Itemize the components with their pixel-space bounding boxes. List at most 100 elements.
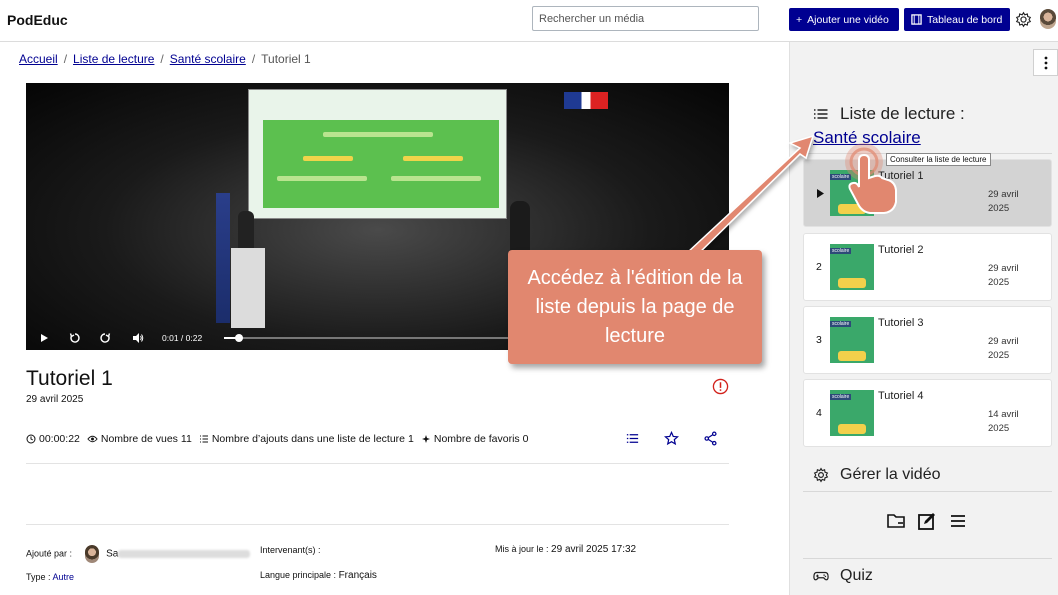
sparkle-icon [421, 435, 430, 443]
views-label: Nombre de vues [100, 433, 178, 445]
favorites-stat: Nombre de favoris 0 [421, 433, 529, 445]
playlist-item-date-line1: 29 avril [988, 189, 1019, 200]
slide-line [391, 176, 481, 181]
video-stats: 00:00:22 Nombre de vues 11 Nombre d’ajou… [26, 433, 529, 445]
thumbnail-tag: scolaire [830, 248, 852, 254]
playlist-item[interactable]: 3 scolaire Tutoriel 3 29 avril 2025 [803, 306, 1052, 374]
thumbnail-figure [838, 278, 866, 288]
stage-flag [216, 193, 230, 323]
volume-icon[interactable] [132, 332, 144, 344]
playlist-item-title: Tutoriel 2 [878, 244, 924, 256]
add-video-button[interactable]: + Ajouter une vidéo [789, 8, 899, 31]
type-link[interactable]: Autre [53, 572, 75, 582]
list-icon [199, 435, 208, 443]
playlist-item-title: Tutoriel 4 [878, 390, 924, 402]
playlist-item-date: 29 avril 2025 [988, 335, 1019, 363]
eye-icon [87, 435, 98, 443]
user-avatar[interactable] [1040, 9, 1056, 29]
favorites-value: 0 [522, 433, 529, 445]
add-to-playlist-icon[interactable] [625, 431, 640, 446]
edit-icon[interactable] [917, 511, 937, 531]
time-current: 0:01 [162, 333, 179, 343]
added-by-label: Ajouté par : [26, 548, 73, 559]
manage-video-heading: Gérer la vidéo [813, 466, 941, 484]
time-separator: / [180, 333, 184, 343]
video-title: Tutoriel 1 [26, 367, 113, 390]
forward-icon[interactable] [99, 332, 111, 344]
breadcrumb-current: Tutoriel 1 [261, 52, 311, 66]
top-bar: PodEduc + Ajouter une vidéo Tableau de b… [0, 0, 1058, 42]
divider [26, 524, 729, 525]
manage-video-label: Gérer la vidéo [840, 466, 941, 483]
time-total: 0:22 [185, 333, 203, 343]
plus-icon: + [796, 13, 803, 26]
adds-label: Nombre d’ajouts dans une liste de lectur… [211, 433, 406, 445]
film-icon [911, 14, 922, 25]
thumbnail-figure [838, 424, 866, 434]
playlist-item-thumbnail: scolaire [830, 390, 874, 436]
breadcrumb-separator: / [160, 52, 164, 66]
slide-line [403, 156, 463, 161]
menu-icon[interactable] [948, 511, 968, 531]
redacted-name [118, 550, 251, 558]
slide-line [323, 132, 433, 137]
slide-content [263, 120, 499, 208]
divider [803, 558, 1052, 559]
report-icon[interactable] [712, 378, 729, 395]
search-input[interactable] [532, 6, 759, 31]
owner-avatar [84, 545, 99, 563]
dashboard-button[interactable]: Tableau de bord [904, 8, 1010, 31]
thumbnail-tag: scolaire [830, 321, 852, 327]
views-value: 11 [180, 433, 192, 445]
progress-bar[interactable] [224, 334, 524, 342]
folder-icon[interactable] [886, 511, 906, 531]
breadcrumb-playlist-link[interactable]: Santé scolaire [170, 52, 246, 66]
quiz-label: Quiz [840, 567, 873, 584]
added-by-name[interactable]: Sa [106, 548, 118, 559]
duration-stat: 00:00:22 [26, 433, 80, 445]
duration-value: 00:00:22 [39, 433, 80, 445]
language-label: Langue principale : [260, 570, 337, 580]
more-options-button[interactable] [1033, 49, 1058, 76]
thumbnail-tag: scolaire [830, 394, 852, 400]
playlist-heading: Liste de lecture : [813, 104, 965, 124]
breadcrumb-playlists-link[interactable]: Liste de lecture [73, 52, 154, 66]
playlist-item-date-line2: 2025 [988, 276, 1010, 288]
playing-indicator-icon [817, 189, 824, 198]
play-icon[interactable] [38, 332, 50, 344]
playlist-item-date: 29 avril 2025 [988, 262, 1019, 290]
list-icon [814, 109, 828, 119]
playlist-item-date: 29 avril 2025 [988, 188, 1019, 216]
kebab-icon [1044, 56, 1047, 69]
playlist-item-date: 14 avril 2025 [988, 408, 1019, 436]
breadcrumb-separator: / [251, 52, 256, 66]
rewind-icon[interactable] [69, 332, 81, 344]
playlist-item-title: Tutoriel 3 [878, 317, 924, 329]
breadcrumb-separator: / [63, 52, 68, 66]
playlist-item[interactable]: 4 scolaire Tutoriel 4 14 avril 2025 [803, 379, 1052, 447]
updated-value: 29 avril 2025 17:32 [551, 544, 637, 555]
playlist-item-date-line2: 2025 [988, 349, 1010, 361]
slide-line [303, 156, 353, 161]
time-display: 0:01 / 0:22 [162, 333, 202, 343]
main-language: Langue principale : Français [260, 570, 377, 581]
video-slide-screen [248, 89, 507, 219]
breadcrumb-home-link[interactable]: Accueil [19, 52, 58, 66]
playlist-item-date-line1: 14 avril [988, 409, 1019, 420]
brand-logo[interactable]: PodEduc [7, 12, 68, 28]
thumbnail-figure [838, 351, 866, 361]
progress-handle[interactable] [235, 334, 243, 342]
share-icon[interactable] [703, 431, 718, 446]
quiz-heading[interactable]: Quiz [813, 567, 873, 585]
breadcrumb: Accueil / Liste de lecture / Santé scola… [19, 52, 311, 66]
add-video-label: Ajouter une vidéo [807, 13, 889, 26]
clock-icon [26, 434, 36, 444]
playlist-item[interactable]: 2 scolaire Tutoriel 2 29 avril 2025 [803, 233, 1052, 301]
playlist-item-thumbnail: scolaire [830, 317, 874, 363]
manage-actions [886, 511, 968, 531]
slide-line [277, 176, 367, 181]
star-icon[interactable] [664, 431, 679, 446]
republique-logo [564, 92, 608, 109]
video-date: 29 avril 2025 [26, 394, 84, 405]
gear-icon[interactable] [1015, 11, 1032, 28]
